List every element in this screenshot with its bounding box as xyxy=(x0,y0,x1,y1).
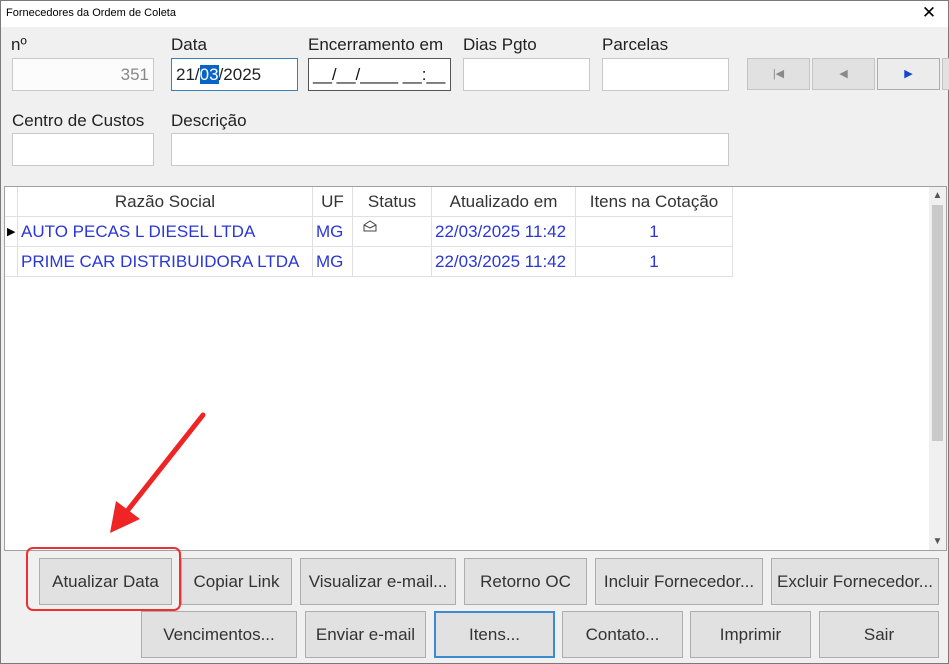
contato-button[interactable]: Contato... xyxy=(562,611,683,658)
vertical-scrollbar[interactable]: ▲ ▼ xyxy=(929,187,946,550)
data-label: Data xyxy=(171,35,207,54)
table-row-1-status[interactable] xyxy=(353,217,432,247)
table-row-2-atualizado[interactable]: 22/03/2025 11:42 xyxy=(432,247,576,277)
encerramento-label: Encerramento em xyxy=(308,35,444,54)
table-row-2-status[interactable] xyxy=(353,247,432,277)
enviar-email-button[interactable]: Enviar e-mail xyxy=(305,611,426,658)
nav-next-button[interactable]: ▶ xyxy=(877,58,940,90)
visualizar-email-button[interactable]: Visualizar e-mail... xyxy=(300,558,456,605)
dias-pgto-label: Dias Pgto xyxy=(463,35,537,54)
retorno-oc-button[interactable]: Retorno OC xyxy=(464,558,587,605)
column-header-atualizado[interactable]: Atualizado em xyxy=(432,187,576,217)
dialog-window: Fornecedores da Ordem de Coleta ✕ nº 351… xyxy=(0,0,949,664)
parcelas-field[interactable] xyxy=(602,58,729,91)
data-field[interactable]: 21/03/2025 xyxy=(171,58,298,91)
centro-custos-field[interactable] xyxy=(12,133,154,166)
scroll-down-icon[interactable]: ▼ xyxy=(929,533,946,550)
data-value-year: /2025 xyxy=(218,65,262,84)
table-row-1-itens[interactable]: 1 xyxy=(576,217,733,247)
row-indicator xyxy=(5,247,18,277)
numero-field[interactable]: 351 xyxy=(12,58,154,91)
table-row-2-razao-social[interactable]: PRIME CAR DISTRIBUIDORA LTDA xyxy=(18,247,313,277)
column-header-itens[interactable]: Itens na Cotação xyxy=(576,187,733,217)
scrollbar-thumb[interactable] xyxy=(932,205,943,441)
scroll-up-icon[interactable]: ▲ xyxy=(929,187,946,204)
current-row-indicator-icon: ▶ xyxy=(5,217,18,247)
descricao-field[interactable] xyxy=(171,133,729,166)
centro-custos-label: Centro de Custos xyxy=(12,111,145,130)
incluir-fornecedor-button[interactable]: Incluir Fornecedor... xyxy=(595,558,763,605)
sair-button[interactable]: Sair xyxy=(819,611,939,658)
dias-pgto-field[interactable] xyxy=(463,58,590,91)
table-row-1-uf[interactable]: MG xyxy=(313,217,353,247)
table-row-1-razao-social[interactable]: AUTO PECAS L DIESEL LTDA xyxy=(18,217,313,247)
data-value-day: 21/ xyxy=(176,65,200,84)
column-header-status[interactable]: Status xyxy=(353,187,432,217)
envelope-icon xyxy=(363,220,377,232)
descricao-label: Descrição xyxy=(171,111,247,130)
title-bar: Fornecedores da Ordem de Coleta ✕ xyxy=(1,1,948,27)
itens-button[interactable]: Itens... xyxy=(434,611,555,658)
parcelas-label: Parcelas xyxy=(602,35,669,54)
imprimir-button[interactable]: Imprimir xyxy=(690,611,811,658)
nav-prev-button[interactable]: ◀ xyxy=(812,58,875,90)
table-row-1-atualizado[interactable]: 22/03/2025 11:42 xyxy=(432,217,576,247)
copiar-link-button[interactable]: Copiar Link xyxy=(181,558,292,605)
vencimentos-button[interactable]: Vencimentos... xyxy=(141,611,297,658)
close-icon[interactable]: ✕ xyxy=(914,2,944,24)
highlight-box xyxy=(26,547,181,611)
column-header-uf[interactable]: UF xyxy=(313,187,353,217)
nav-last-button[interactable] xyxy=(942,58,949,90)
row-indicator-header xyxy=(5,187,18,217)
encerramento-field[interactable]: __/__/____ __:__ xyxy=(308,58,451,91)
data-value-month-selected: 03 xyxy=(199,65,219,84)
table-row-2-uf[interactable]: MG xyxy=(313,247,353,277)
nav-first-button[interactable]: |◀ xyxy=(747,58,810,90)
red-arrow-annotation xyxy=(110,412,206,533)
numero-label: nº xyxy=(11,35,27,54)
column-header-razao-social[interactable]: Razão Social xyxy=(18,187,313,217)
window-title: Fornecedores da Ordem de Coleta xyxy=(6,7,176,19)
table-row-2-itens[interactable]: 1 xyxy=(576,247,733,277)
excluir-fornecedor-button[interactable]: Excluir Fornecedor... xyxy=(771,558,939,605)
